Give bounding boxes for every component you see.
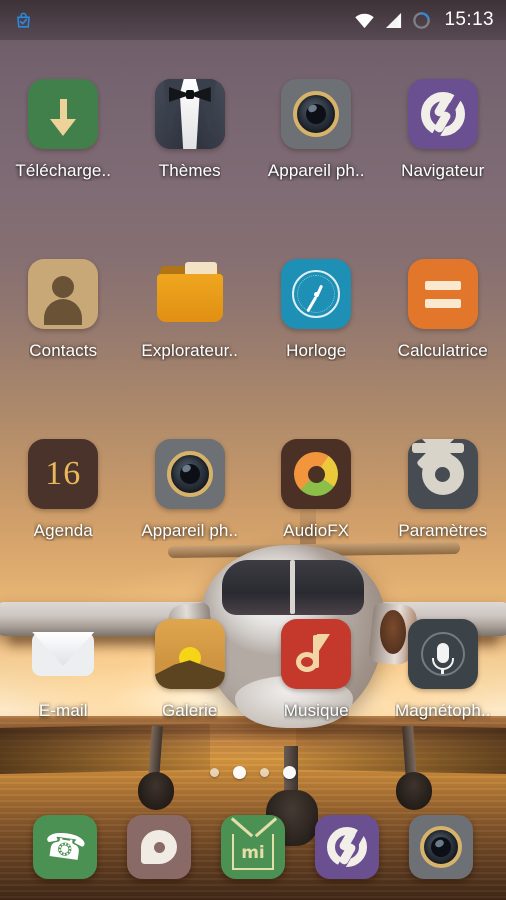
- signal-icon: [384, 12, 403, 29]
- page-dot-2-active[interactable]: [233, 766, 246, 779]
- app-label: Appareil ph..: [141, 521, 239, 540]
- dock-item-messages[interactable]: [127, 815, 191, 879]
- dock-item-phone[interactable]: ☎: [33, 815, 97, 879]
- app-icon-navigateur[interactable]: Navigateur: [380, 46, 506, 226]
- folder-icon: [155, 259, 225, 329]
- page-dot-4[interactable]: [283, 766, 296, 779]
- camera-icon: [154, 439, 225, 509]
- clock-icon: [281, 259, 352, 329]
- browser-swirl-icon: [315, 815, 379, 879]
- app-icon-camera-1[interactable]: Appareil ph..: [253, 46, 380, 226]
- mi-house-icon: mi: [221, 815, 285, 879]
- page-dot-3[interactable]: [260, 768, 269, 777]
- dock-item-browser[interactable]: [315, 815, 379, 879]
- app-label: Navigateur: [401, 161, 485, 180]
- app-label: Paramètres: [398, 521, 488, 540]
- contacts-person-icon: [28, 259, 99, 329]
- status-bar-clock: 15:13: [444, 9, 494, 30]
- app-label: AudioFX: [283, 521, 350, 540]
- microphone-icon: [407, 619, 478, 689]
- app-label: Contacts: [29, 341, 98, 360]
- status-bar[interactable]: 15:13: [0, 0, 506, 40]
- camera-icon: [409, 815, 473, 879]
- tuxedo-icon: [154, 79, 225, 149]
- agenda-day-number: 16: [45, 455, 82, 492]
- app-icon-themes[interactable]: Thèmes: [127, 46, 254, 226]
- app-label: Musique: [283, 701, 349, 720]
- circle-sync-icon: [412, 11, 431, 30]
- app-label: Agenda: [33, 521, 93, 540]
- gear-icon: [407, 439, 478, 509]
- app-grid: Télécharge.. Thèmes Appareil ph.. Naviga…: [0, 46, 506, 768]
- wifi-icon: [354, 12, 375, 29]
- app-label: Appareil ph..: [267, 161, 365, 180]
- app-label: Galerie: [161, 701, 218, 720]
- app-icon-agenda[interactable]: 16 Agenda: [0, 406, 127, 586]
- app-icon-explorateur[interactable]: Explorateur..: [127, 226, 254, 406]
- page-indicator: [0, 766, 506, 779]
- shopping-bag-icon: [14, 11, 33, 30]
- app-icon-email[interactable]: E-mail: [0, 586, 127, 766]
- app-icon-magnetophone[interactable]: Magnétoph..: [380, 586, 506, 766]
- page-dot-1[interactable]: [210, 768, 219, 777]
- app-icon-musique[interactable]: Musique: [253, 586, 380, 766]
- browser-swirl-icon: [407, 79, 478, 149]
- app-icon-telecharge[interactable]: Télécharge..: [0, 46, 127, 226]
- app-icon-parametres[interactable]: Paramètres: [380, 406, 506, 586]
- equals-icon: [407, 259, 478, 329]
- app-icon-galerie[interactable]: Galerie: [127, 586, 254, 766]
- phone-handset-icon: ☎: [33, 815, 97, 879]
- calendar-16-icon: 16: [28, 439, 99, 509]
- message-bubble-icon: [127, 815, 191, 879]
- envelope-icon: [28, 619, 98, 689]
- app-icon-calculatrice[interactable]: Calculatrice: [380, 226, 506, 406]
- dock: ☎ mi: [0, 806, 506, 900]
- mi-house-label: mi: [241, 842, 265, 863]
- app-icon-audiofx[interactable]: AudioFX: [253, 406, 380, 586]
- music-note-icon: [281, 619, 352, 689]
- landscape-icon: [154, 619, 225, 689]
- app-icon-camera-2[interactable]: Appareil ph..: [127, 406, 254, 586]
- audio-donut-icon: [281, 439, 352, 509]
- app-label: Explorateur..: [141, 341, 239, 360]
- app-label: Horloge: [286, 341, 347, 360]
- dock-item-camera[interactable]: [409, 815, 473, 879]
- dock-item-mi-store[interactable]: mi: [221, 815, 285, 879]
- camera-icon: [281, 79, 352, 149]
- app-label: E-mail: [38, 701, 88, 720]
- app-icon-horloge[interactable]: Horloge: [253, 226, 380, 406]
- app-label: Télécharge..: [15, 161, 112, 180]
- app-label: Magnétoph..: [394, 701, 491, 720]
- app-label: Calculatrice: [397, 341, 488, 360]
- app-icon-contacts[interactable]: Contacts: [0, 226, 127, 406]
- app-label: Thèmes: [158, 161, 221, 180]
- download-icon: [28, 79, 99, 149]
